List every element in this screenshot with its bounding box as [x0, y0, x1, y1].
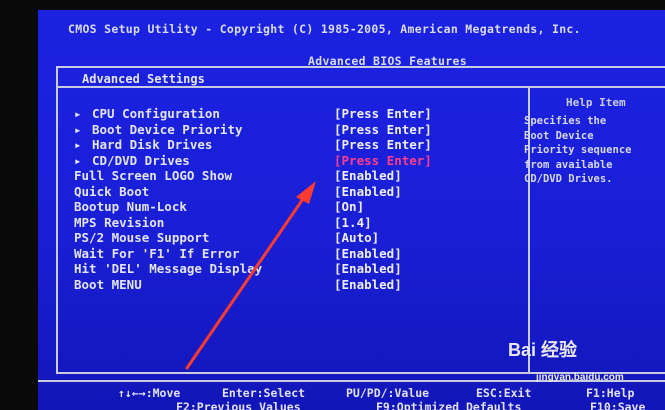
- setting-value[interactable]: [Enabled]: [334, 246, 402, 261]
- setting-value[interactable]: [Enabled]: [334, 184, 402, 199]
- setting-value[interactable]: [Press Enter]: [334, 106, 432, 121]
- footer-move: ↑↓←→:Move: [118, 386, 181, 400]
- setting-value[interactable]: [Enabled]: [334, 168, 402, 183]
- setting-label: ▸ CPU Configuration: [74, 106, 220, 121]
- setting-label: Full Screen LOGO Show: [74, 168, 232, 183]
- setting-label-text: PS/2 Mouse Support: [74, 230, 210, 245]
- watermark-brand: Bai 经验: [508, 340, 578, 360]
- setting-label: Boot MENU: [74, 277, 142, 292]
- setting-label: Hit 'DEL' Message Display: [74, 261, 262, 276]
- setting-label-text: Bootup Num-Lock: [74, 199, 187, 214]
- setting-label: Quick Boot: [74, 184, 149, 199]
- section-title: Advanced Settings: [82, 72, 205, 86]
- submenu-arrow-icon: ▸: [74, 137, 82, 152]
- setting-label-text: Boot MENU: [74, 276, 142, 292]
- submenu-arrow-icon: ▸: [74, 121, 82, 137]
- setting-value[interactable]: [1.4]: [334, 215, 372, 230]
- setting-row[interactable]: Bootup Num-Lock [On]: [74, 199, 494, 215]
- settings-list: ▸ CPU Configuration [Press Enter] ▸ Boot Dev…: [74, 106, 494, 292]
- setting-row[interactable]: ▸ CPU Configuration [Press Enter]: [74, 106, 494, 122]
- setting-label-text: MPS Revision: [74, 214, 165, 230]
- setting-label-text: Wait For 'F1' If Error: [74, 245, 240, 261]
- setting-row[interactable]: Quick Boot [Enabled]: [74, 184, 494, 200]
- setting-label-text: Hard Disk Drives: [92, 137, 213, 152]
- key-help-footer: ↑↓←→:Move Enter:Select PU/PD/:Value ESC:…: [38, 380, 665, 410]
- setting-row[interactable]: Hit 'DEL' Message Display [Enabled]: [74, 261, 494, 277]
- setting-row[interactable]: Boot MENU [Enabled]: [74, 277, 494, 293]
- footer-previous-values: F2:Previous Values: [176, 400, 301, 410]
- setting-row[interactable]: Full Screen LOGO Show [Enabled]: [74, 168, 494, 184]
- setting-label: ▸ Boot Device Priority: [74, 122, 243, 137]
- setting-label-text: Boot Device Priority: [92, 121, 243, 137]
- setting-row[interactable]: MPS Revision [1.4]: [74, 215, 494, 231]
- setting-value[interactable]: [Enabled]: [334, 261, 402, 276]
- setting-label: ▸ Hard Disk Drives: [74, 137, 212, 152]
- setting-value[interactable]: [Press Enter]: [334, 122, 432, 137]
- setting-label-text: Hit 'DEL' Message Display: [74, 261, 263, 276]
- setting-value[interactable]: [Enabled]: [334, 277, 402, 292]
- setting-row[interactable]: Wait For 'F1' If Error [Enabled]: [74, 246, 494, 262]
- setting-value[interactable]: [On]: [334, 199, 364, 214]
- setting-label-text: CD/DVD Drives: [92, 152, 190, 168]
- setting-label: PS/2 Mouse Support: [74, 230, 209, 245]
- setting-value[interactable]: [Press Enter]: [334, 153, 432, 168]
- footer-exit: ESC:Exit: [476, 386, 532, 400]
- help-text: Specifies the Boot Device Priority seque…: [524, 115, 632, 185]
- footer-select: Enter:Select: [222, 386, 306, 400]
- setting-row[interactable]: PS/2 Mouse Support [Auto]: [74, 230, 494, 246]
- help-title: Help Item: [566, 96, 626, 109]
- setting-row[interactable]: ▸ Boot Device Priority [Press Enter]: [74, 122, 494, 138]
- frame-divider-horizontal: [58, 86, 665, 88]
- footer-value: PU/PD/:Value: [346, 386, 430, 400]
- setting-label: MPS Revision: [74, 215, 164, 230]
- footer-help: F1:Help: [586, 386, 635, 400]
- setting-label: ▸ CD/DVD Drives: [74, 153, 190, 168]
- submenu-arrow-icon: ▸: [74, 106, 82, 121]
- footer-save: F10:Save: [590, 400, 646, 410]
- footer-optimized-defaults: F9:Optimized Defaults: [376, 400, 522, 410]
- setting-value[interactable]: [Press Enter]: [334, 137, 432, 152]
- setting-label: Wait For 'F1' If Error: [74, 246, 240, 261]
- watermark-url: jingyan.baidu.com: [536, 372, 624, 383]
- setting-label: Bootup Num-Lock: [74, 199, 187, 214]
- setting-row[interactable]: ▸ Hard Disk Drives [Press Enter]: [74, 137, 494, 153]
- setting-row[interactable]: ▸ CD/DVD Drives [Press Enter]: [74, 153, 494, 169]
- setting-value[interactable]: [Auto]: [334, 230, 379, 245]
- bios-header-title: CMOS Setup Utility - Copyright (C) 1985-…: [68, 22, 581, 36]
- setting-label-text: CPU Configuration: [92, 106, 220, 121]
- submenu-arrow-icon: ▸: [74, 152, 82, 168]
- setting-label-text: Quick Boot: [74, 183, 150, 199]
- setting-label-text: Full Screen LOGO Show: [74, 168, 233, 183]
